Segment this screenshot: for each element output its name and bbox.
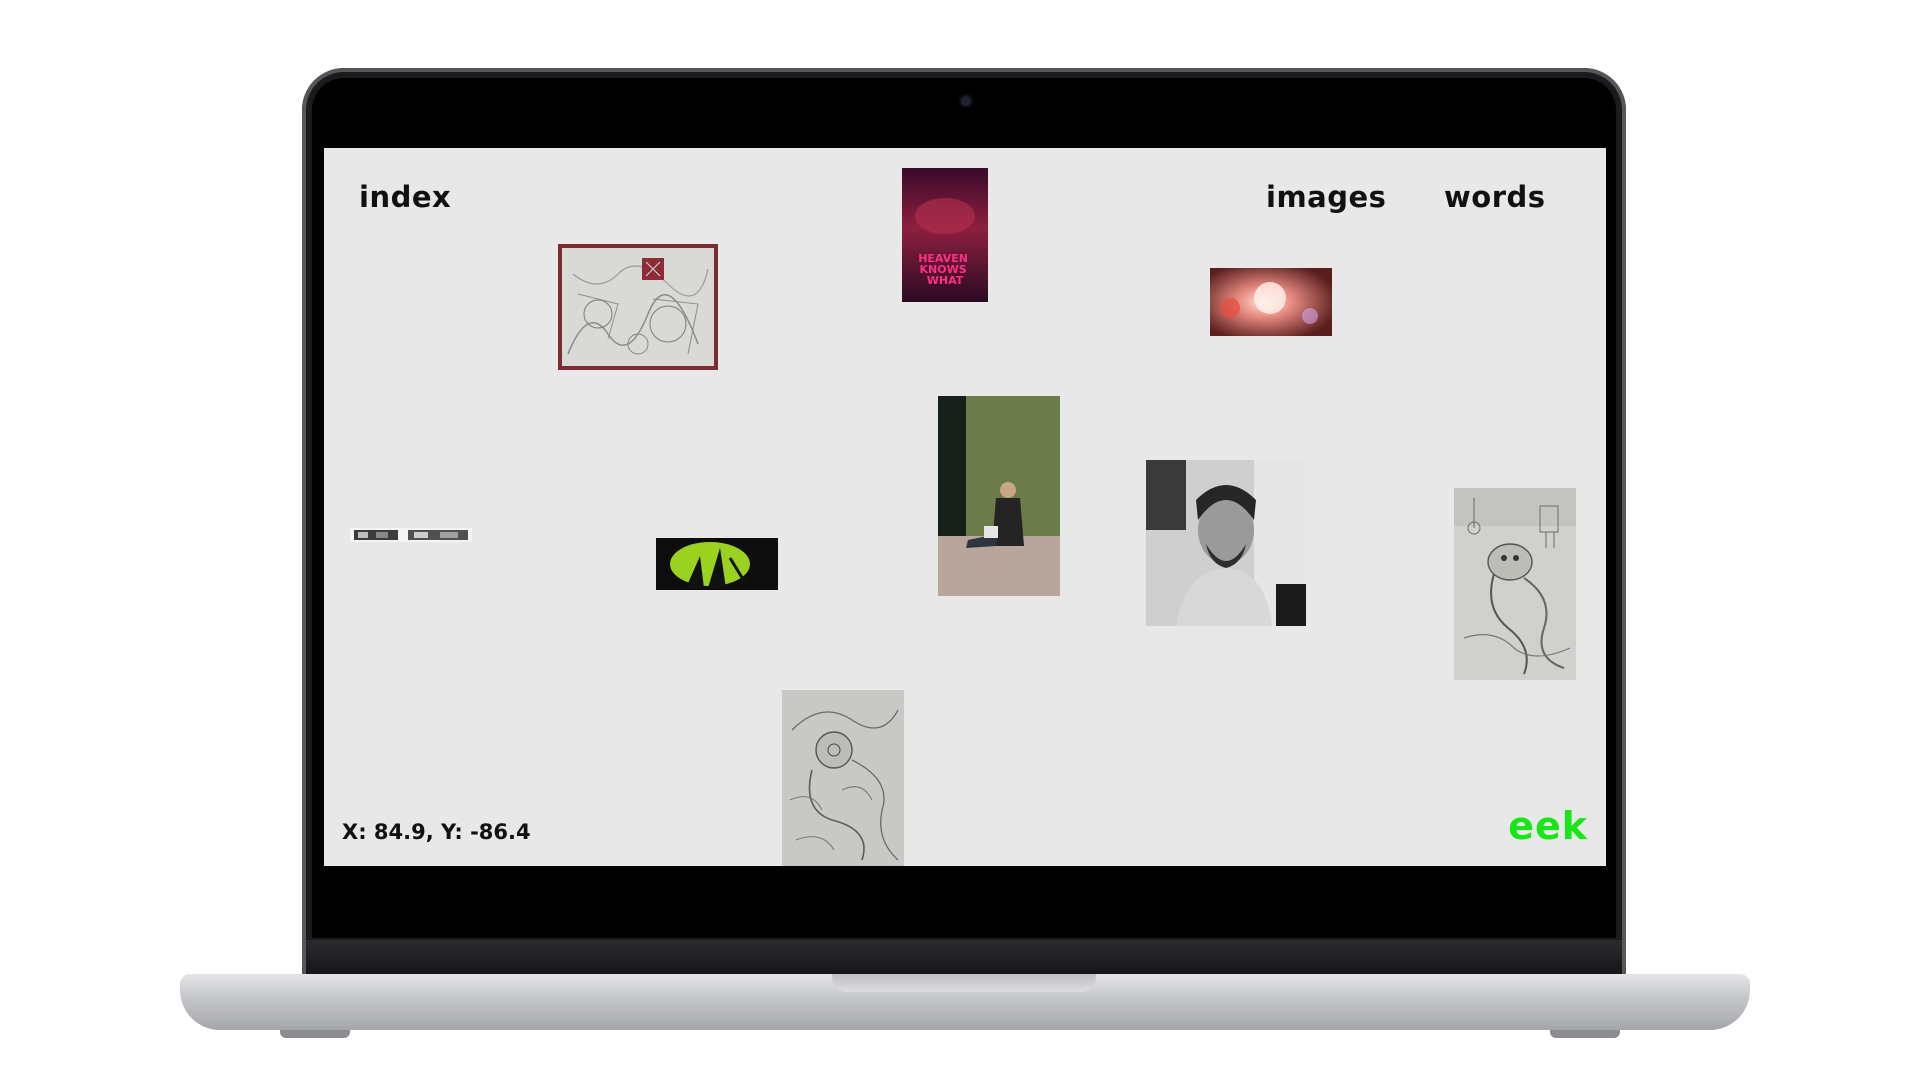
camera-icon bbox=[961, 96, 971, 106]
creature-sketch-thumbnail[interactable] bbox=[1454, 488, 1576, 680]
movie-poster-image: HEAVEN KNOWS WHAT bbox=[902, 168, 988, 302]
seated-person-photo-image bbox=[938, 396, 1060, 596]
nav-words-link[interactable]: words bbox=[1444, 180, 1546, 214]
filmstrip-image bbox=[350, 528, 472, 542]
website-canvas[interactable]: index images words HEAVEN KNOWS WHAT X: … bbox=[324, 148, 1606, 866]
cursor-coordinates-readout: X: 84.9, Y: -86.4 bbox=[342, 820, 531, 844]
nav-images-link[interactable]: images bbox=[1266, 180, 1386, 214]
bearded-man-portrait-image bbox=[1146, 460, 1306, 626]
framed-drawing-image bbox=[558, 244, 718, 370]
laptop-foot-left bbox=[280, 1030, 350, 1038]
bokeh-photo-image bbox=[1210, 268, 1332, 336]
movie-poster-thumbnail[interactable]: HEAVEN KNOWS WHAT bbox=[902, 168, 988, 302]
laptop-hinge bbox=[306, 940, 1622, 976]
green-film-still-thumbnail[interactable] bbox=[656, 538, 778, 590]
bokeh-photo-thumbnail[interactable] bbox=[1210, 268, 1332, 336]
dragon-sketch-thumbnail[interactable] bbox=[782, 690, 904, 866]
trackpad-notch bbox=[832, 974, 1096, 992]
filmstrip-thumbnail[interactable] bbox=[350, 528, 472, 542]
site-logo[interactable]: eek bbox=[1508, 804, 1588, 848]
creature-sketch-image bbox=[1454, 488, 1576, 680]
nav-index-link[interactable]: index bbox=[359, 180, 451, 214]
bearded-man-portrait-thumbnail[interactable] bbox=[1146, 460, 1306, 626]
framed-drawing-thumbnail[interactable] bbox=[558, 244, 718, 370]
green-film-still-image bbox=[656, 538, 778, 590]
seated-person-photo-thumbnail[interactable] bbox=[938, 396, 1060, 596]
laptop-foot-right bbox=[1550, 1030, 1620, 1038]
dragon-sketch-image bbox=[782, 690, 904, 866]
